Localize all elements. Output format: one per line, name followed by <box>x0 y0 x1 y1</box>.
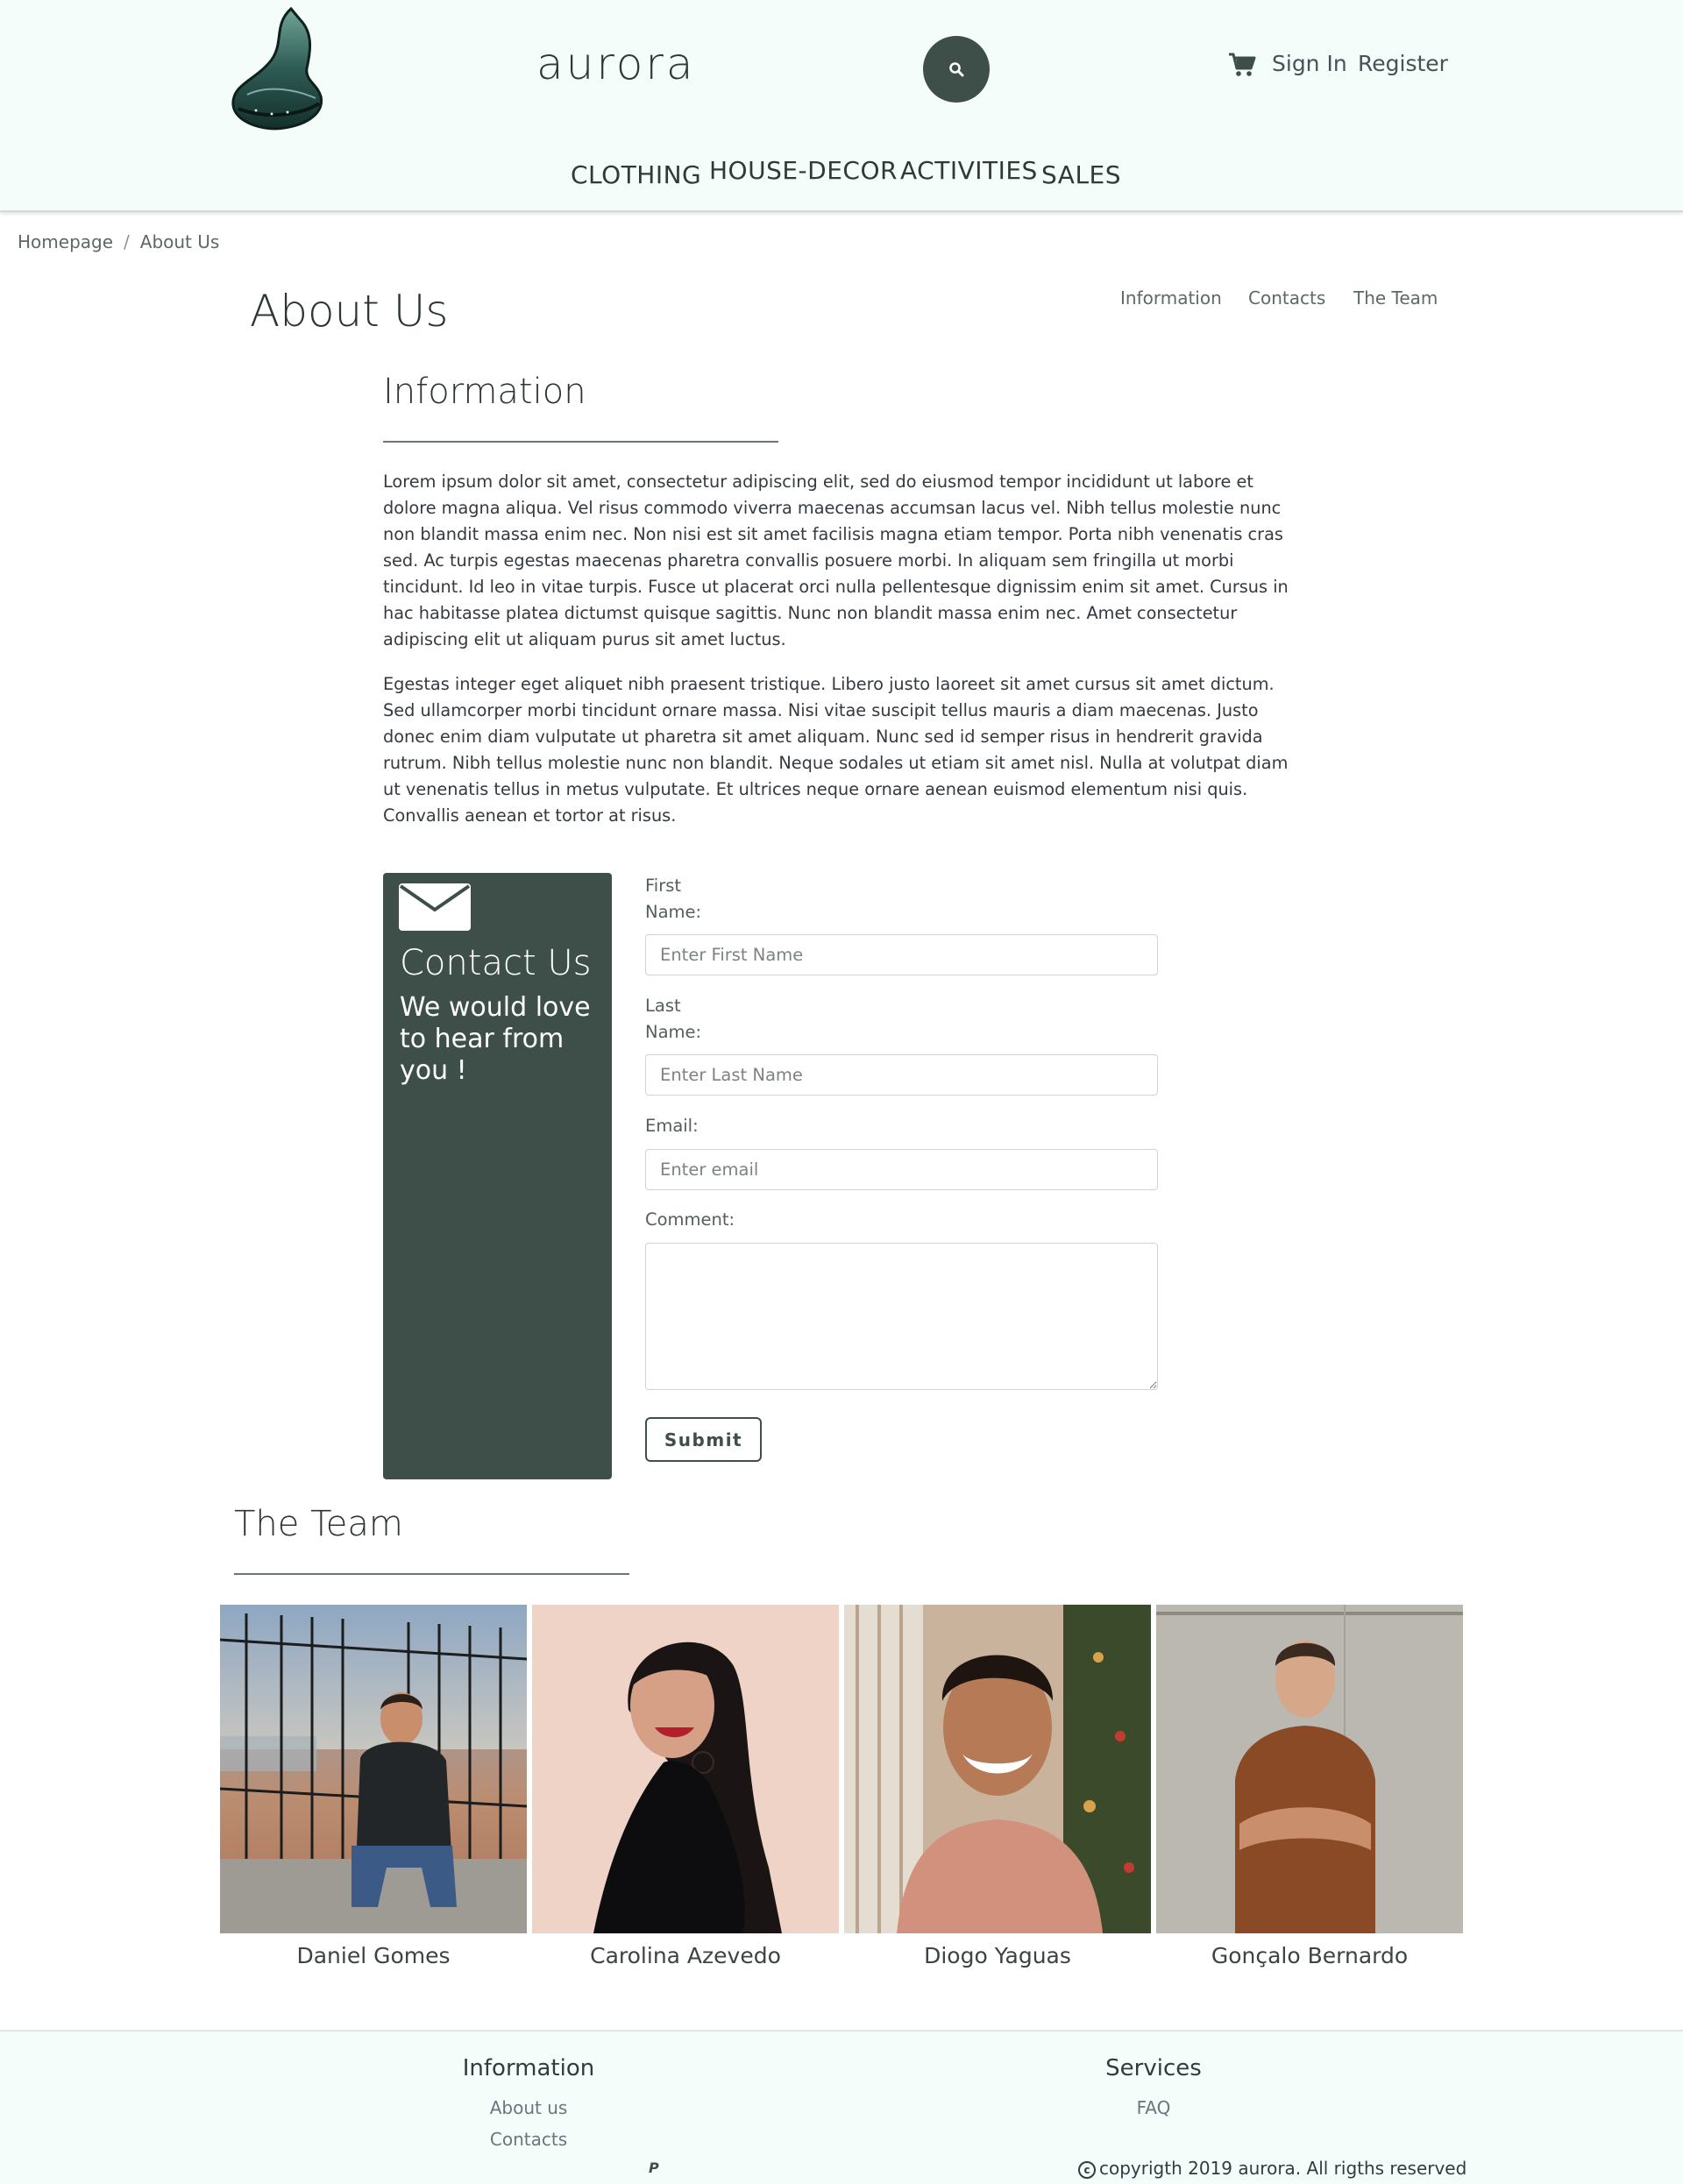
nav-clothing[interactable]: CLOTHING <box>571 160 701 189</box>
first-name-label-line: Name: <box>645 902 702 922</box>
team-heading: The Team <box>234 1504 403 1544</box>
copyright-text: c copyrigth 2019 aurora. All rigths reser… <box>1078 2158 1466 2179</box>
nav-sales[interactable]: SALES <box>1041 160 1121 189</box>
search-button[interactable] <box>923 36 990 103</box>
shopping-cart-icon[interactable] <box>1228 53 1256 77</box>
subnav-contacts[interactable]: Contacts <box>1248 287 1325 308</box>
first-name-input[interactable] <box>645 934 1158 975</box>
footer-faq-link[interactable]: FAQ <box>1022 2097 1285 2118</box>
nav-activities[interactable]: ACTIVITIES <box>900 156 1038 185</box>
email-label: Email: <box>645 1116 699 1136</box>
first-name-label-line: First <box>645 876 682 896</box>
page-title: About Us <box>250 286 449 337</box>
breadcrumb-home[interactable]: Homepage <box>18 231 113 252</box>
contact-subtitle: We would love to hear from you ! <box>400 992 591 1086</box>
brand-name[interactable]: aurora <box>536 39 696 89</box>
sign-in-link[interactable]: Sign In <box>1272 51 1347 76</box>
copyright-label: copyrigth 2019 aurora. All rigths reserv… <box>1099 2158 1467 2179</box>
information-paragraph: Egestas integer eget aliquet nibh praese… <box>383 674 1289 826</box>
contact-panel: Contact Us We would love to hear from yo… <box>383 873 612 1479</box>
footer-information-heading: Information <box>462 2055 595 2081</box>
last-name-label: Last Name: <box>645 993 701 1046</box>
submit-button[interactable]: Submit <box>645 1417 762 1462</box>
subnav-the-team[interactable]: The Team <box>1353 287 1438 308</box>
last-name-label-line: Last <box>645 996 681 1016</box>
team-name: Gonçalo Bernardo <box>1211 1943 1409 1968</box>
register-link[interactable]: Register <box>1358 51 1448 76</box>
nav-house-decor[interactable]: HOUSE-DECOR <box>709 156 898 185</box>
footer-services-heading: Services <box>1105 2055 1202 2081</box>
team-photo-diogo-yaguas <box>844 1605 1151 1933</box>
last-name-label-line: Name: <box>645 1022 702 1042</box>
comment-textarea[interactable] <box>645 1243 1158 1390</box>
footer-contacts-link[interactable]: Contacts <box>397 2129 660 2150</box>
paypal-icon[interactable]: P <box>649 2159 659 2176</box>
information-divider <box>383 441 778 443</box>
breadcrumb-current: About Us <box>139 231 220 252</box>
search-icon <box>949 62 964 77</box>
information-heading: Information <box>383 372 586 412</box>
team-name: Diogo Yaguas <box>924 1943 1071 1968</box>
email-input[interactable] <box>645 1149 1158 1190</box>
team-photo-goncalo-bernardo <box>1156 1605 1463 1933</box>
copyright-icon: c <box>1078 2161 1096 2179</box>
breadcrumb-separator: / <box>124 231 130 252</box>
contact-title: Contact Us <box>400 943 592 983</box>
comment-label: Comment: <box>645 1209 735 1230</box>
team-photo-carolina-azevedo <box>532 1605 839 1933</box>
footer-about-link[interactable]: About us <box>397 2097 660 2118</box>
last-name-input[interactable] <box>645 1054 1158 1096</box>
envelope-icon <box>399 883 471 931</box>
team-name: Carolina Azevedo <box>590 1943 781 1968</box>
breadcrumb: Homepage / About Us <box>18 231 219 252</box>
subnav-information[interactable]: Information <box>1120 287 1222 308</box>
site-header: aurora Sign In Register CLOTHING HOUSE-D… <box>0 0 1683 212</box>
first-name-label: First Name: <box>645 873 701 925</box>
team-name: Daniel Gomes <box>296 1943 451 1968</box>
information-paragraph: Lorem ipsum dolor sit amet, consectetur … <box>383 472 1289 649</box>
team-divider <box>234 1573 629 1575</box>
team-photo-daniel-gomes <box>220 1605 527 1933</box>
aurora-logo[interactable] <box>230 7 326 131</box>
